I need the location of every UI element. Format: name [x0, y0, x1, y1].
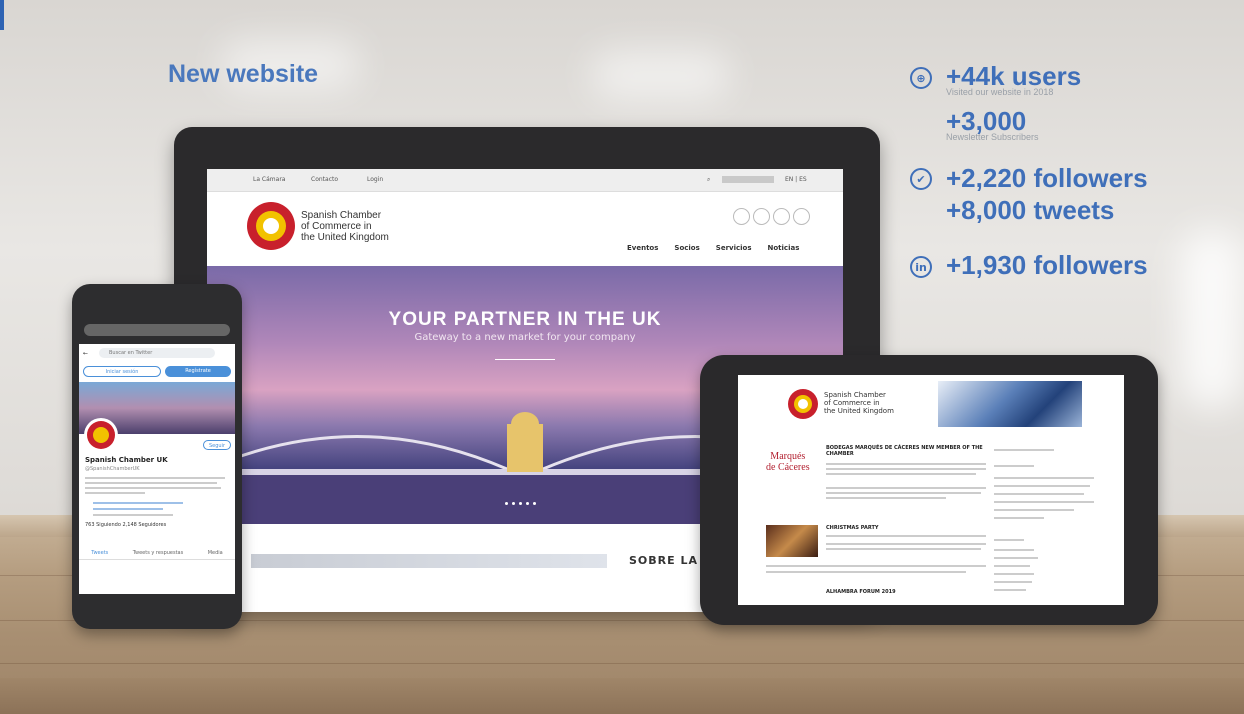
nav-item[interactable]: Servicios — [716, 244, 752, 252]
bg-light — [590, 50, 730, 100]
org-name: Spanish Chamber of Commerce in the Unite… — [301, 210, 389, 243]
stat-value: +1,930 followers — [946, 250, 1148, 280]
tablet-sidebar — [994, 445, 1104, 595]
topbar-link[interactable]: Contacto — [311, 176, 338, 183]
brand-line: de Cáceres — [766, 462, 810, 473]
register-button[interactable]: Regístrate — [165, 366, 231, 377]
desktop-topbar: La Cámara Contacto Login ⌕ EN | ES — [207, 169, 843, 192]
login-button[interactable]: Iniciar sesión — [83, 366, 161, 377]
topbar-link[interactable]: Login — [367, 176, 383, 183]
desktop-header: Spanish Chamber of Commerce in the Unite… — [207, 192, 843, 266]
tablet-header: Spanish Chamber of Commerce in the Unite… — [738, 375, 1124, 427]
building-banner — [938, 381, 1082, 427]
phone: ← Buscar en Twitter Iniciar sesión Regís… — [72, 284, 242, 629]
org-name-line: of Commerce in — [824, 399, 880, 407]
stat-value: +8,000 tweets — [946, 195, 1115, 225]
nav-item[interactable]: Eventos — [627, 244, 658, 252]
tablet-screen: Spanish Chamber of Commerce in the Unite… — [738, 375, 1124, 605]
brand-logo: Marqués de Cáceres — [766, 451, 810, 473]
account-handle: @SpanishChamberUK — [85, 466, 140, 472]
search-icon[interactable]: ⌕ — [707, 176, 710, 184]
brand-line: Marqués — [770, 451, 806, 462]
image-strip — [251, 554, 607, 568]
language-switch[interactable]: EN | ES — [785, 176, 807, 183]
chamber-logo — [247, 202, 295, 250]
stat-value: +2,220 followers — [946, 163, 1148, 193]
org-name-line: the United Kingdom — [824, 407, 894, 415]
chamber-logo — [788, 389, 818, 419]
twitter-icon: ✔ — [910, 168, 932, 190]
nav-item[interactable]: Socios — [674, 244, 699, 252]
social-icon[interactable] — [773, 208, 790, 225]
org-name-line: Spanish Chamber — [824, 391, 886, 399]
follow-button[interactable]: Seguir — [203, 440, 231, 450]
linkedin-icon: in — [910, 256, 932, 278]
bg-light — [1180, 230, 1244, 410]
social-icons — [733, 208, 810, 225]
stat-tweets: +8,000 tweets — [946, 196, 1114, 224]
topbar-link[interactable]: La Cámara — [253, 176, 285, 183]
nav-item[interactable]: Noticias — [768, 244, 800, 252]
article-title[interactable]: CHRISTMAS PARTY — [826, 525, 879, 531]
main-nav: Eventos Socios Servicios Noticias — [627, 244, 799, 252]
tab-tweets[interactable]: Tweets — [91, 550, 108, 556]
profile-tabs: Tweets Tweets y respuestas Media — [79, 550, 235, 560]
hero-title: YOUR PARTNER IN THE UK — [388, 309, 662, 330]
stat-users: +44k users Visited our website in 2018 — [946, 62, 1081, 97]
stat-subscribers: +3,000 Newsletter Subscribers — [946, 107, 1039, 142]
follow-stats: 763 Siguiendo 2,148 Seguidores — [85, 522, 167, 528]
org-name: Spanish Chamber of Commerce in the Unite… — [824, 391, 894, 415]
social-icon[interactable] — [753, 208, 770, 225]
social-icon[interactable] — [733, 208, 750, 225]
search-input[interactable]: Buscar en Twitter — [99, 348, 215, 358]
section-title: SOBRE LA — [629, 554, 698, 567]
carousel-dots[interactable] — [505, 502, 536, 505]
account-name: Spanish Chamber UK — [85, 456, 168, 464]
web-icon: ⊕ — [910, 67, 932, 89]
stat-caption: Newsletter Subscribers — [946, 132, 1039, 142]
hero-subtitle: Gateway to a new market for your company — [414, 332, 636, 343]
org-name-line: Spanish Chamber — [301, 210, 382, 221]
social-icon[interactable] — [793, 208, 810, 225]
article-thumbnail[interactable] — [766, 525, 818, 557]
scene: New website ⊕ +44k users Visited our web… — [0, 0, 1244, 714]
stat-linkedin-followers: +1,930 followers — [946, 251, 1148, 279]
stat-twitter-followers: +2,220 followers — [946, 164, 1148, 192]
headline: New website — [168, 60, 319, 88]
stat-value: +3,000 — [946, 106, 1027, 136]
tab-replies[interactable]: Tweets y respuestas — [133, 550, 183, 556]
divider — [495, 359, 555, 360]
tablet: Spanish Chamber of Commerce in the Unite… — [700, 355, 1158, 625]
article-title[interactable]: ALHAMBRA FORUM 2019 — [826, 589, 896, 595]
back-arrow-icon[interactable]: ← — [83, 350, 88, 357]
tab-media[interactable]: Media — [208, 550, 223, 556]
phone-url-bar[interactable] — [84, 324, 230, 336]
phone-screen: ← Buscar en Twitter Iniciar sesión Regís… — [79, 344, 235, 594]
org-name-line: of Commerce in — [301, 221, 372, 232]
left-accent-bar — [0, 0, 4, 30]
stat-value: +44k users — [946, 61, 1082, 91]
search-input[interactable] — [722, 176, 774, 183]
profile-avatar[interactable] — [84, 418, 118, 452]
org-name-line: the United Kingdom — [301, 232, 389, 243]
article-title[interactable]: BODEGAS MARQUÉS DE CÁCERES NEW MEMBER OF… — [826, 445, 986, 457]
